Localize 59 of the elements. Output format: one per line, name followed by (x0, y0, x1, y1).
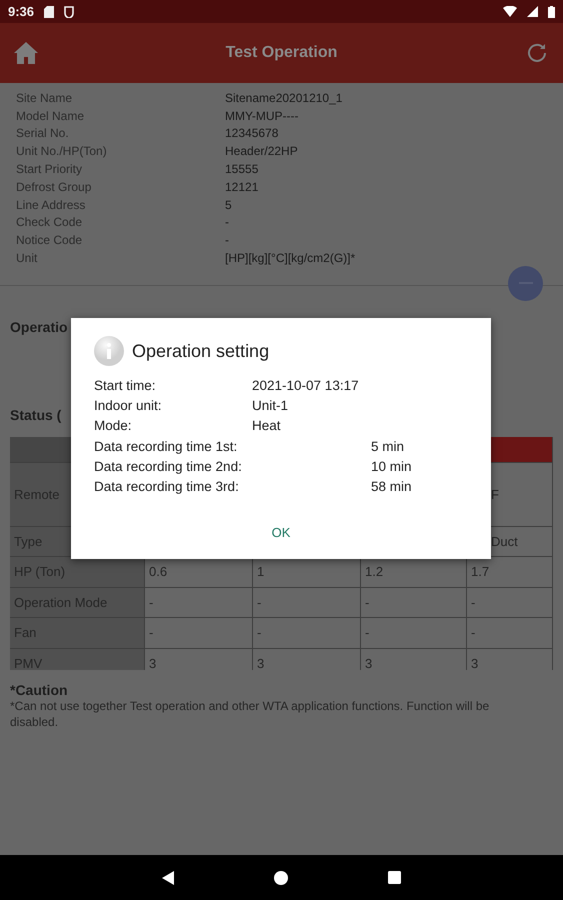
field-label: Line Address (16, 198, 86, 212)
table-cell: - (253, 618, 361, 649)
sd-card-icon (44, 6, 54, 18)
back-icon[interactable] (162, 870, 174, 884)
table-cell: 1 (253, 556, 361, 588)
field-value: 5 (225, 198, 232, 212)
caution-title: *Caution (9, 682, 69, 698)
field-label: Unit No./HP(Ton) (16, 144, 108, 158)
setting-label: Start time: (94, 378, 157, 393)
section-heading: Operatio (9, 318, 68, 335)
clock: 9:36 (8, 4, 34, 19)
field-value: 12121 (225, 180, 258, 194)
field-label: Serial No. (16, 126, 70, 140)
table-cell: - (145, 588, 253, 618)
field-label: Site Name (16, 90, 74, 105)
setting-label: Mode: (94, 418, 133, 434)
signal-icon (527, 6, 538, 17)
field-value: MMY-MUP---- (225, 108, 299, 123)
setting-value: Heat (252, 418, 281, 434)
field-label: Model Name (16, 108, 86, 123)
home-icon[interactable] (274, 870, 288, 884)
setting-value: Unit-1 (252, 398, 288, 413)
field-value: Sitename20201210_1 (225, 90, 342, 105)
table-cell: - (253, 588, 361, 618)
battery-icon (548, 6, 555, 18)
setting-label: Indoor unit: (94, 398, 163, 413)
table-cell: - (145, 618, 253, 649)
field-value: 15555 (225, 162, 258, 176)
setting-value: 58 min (371, 479, 412, 494)
table-cell: 1.2 (361, 556, 467, 588)
screen-title: Test Operation (224, 44, 338, 62)
field-label: Defrost Group (16, 180, 92, 194)
table-cell: - (467, 618, 553, 649)
table-cell: 0.6 (145, 556, 253, 588)
table-cell: - (361, 618, 467, 649)
info-icon (94, 336, 124, 366)
table-cell: - (361, 588, 467, 618)
wifi-icon (503, 6, 517, 17)
field-value: 12345678 (225, 126, 278, 140)
table-cell: - (467, 588, 553, 618)
field-label: Check Code (16, 215, 84, 230)
setting-value: 5 min (371, 438, 404, 454)
field-value: - (225, 233, 229, 248)
field-label: Unit (16, 251, 38, 266)
field-value: Header/22HP (225, 144, 298, 158)
dialog-title: Operation setting (132, 340, 270, 362)
setting-label: Data recording time 1st: (94, 438, 238, 454)
field-value: - (225, 215, 229, 230)
shield-icon (64, 6, 74, 18)
setting-value: 10 min (371, 458, 412, 474)
home-button[interactable] (12, 39, 40, 67)
ok-button[interactable]: OK (260, 518, 302, 546)
field-label: Notice Code (16, 233, 84, 248)
caution-text: *Can not use together Test operation and other WTA application functions. Function will be disabled. (9, 698, 490, 730)
table-cell: 1.7 (467, 556, 553, 588)
setting-value: 2021-10-07 13:17 (252, 378, 359, 393)
section-heading: Status ( (9, 406, 62, 423)
field-value: [HP][kg][°C][kg/cm2(G)]* (225, 251, 356, 266)
field-label: Start Priority (16, 162, 84, 176)
